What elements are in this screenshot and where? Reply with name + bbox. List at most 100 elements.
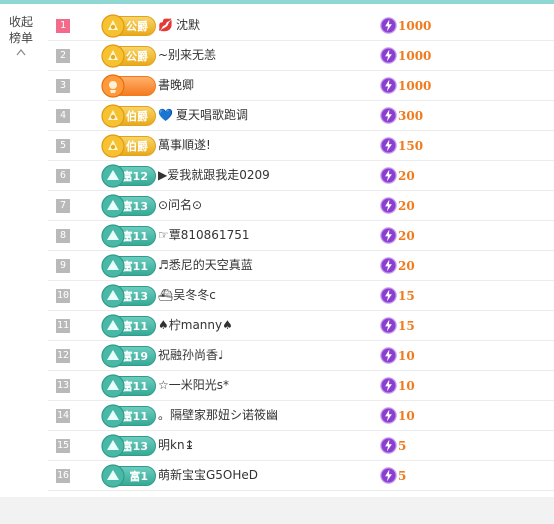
noble-rank-icon [101,44,125,68]
contribution-score: 10 [380,377,415,395]
user-name-link[interactable]: 祝融孙尚香♩ [158,341,224,370]
lightning-icon [380,227,397,244]
rank-number: 16 [56,469,70,483]
user-name-text: ☆一米阳光s* [158,378,230,392]
user-name-link[interactable]: 💙 夏天唱歌跑调 [158,101,248,130]
contribution-score: 5 [380,467,406,485]
contribution-score-value: 300 [398,109,424,123]
contribution-score-value: 20 [398,259,415,273]
contribution-score: 20 [380,167,415,185]
contribution-score: 1000 [380,17,431,35]
lightning-icon [380,467,397,484]
user-name-link[interactable]: 明kn↨ [158,431,195,460]
level-badge: 富11 [101,254,156,278]
lightning-icon [380,47,397,64]
noble-rank-icon [101,104,125,128]
level-badge-label: 富13 [121,440,148,453]
leaderboard-row: 10 富13 ⛴吴冬冬c 15 [48,281,554,311]
user-name-link[interactable]: 萬事順遂! [158,131,211,160]
level-badge: 富19 [101,344,156,368]
user-name-text: 書晚卿 [158,78,195,92]
noble-rank-icon [101,14,125,38]
rank-number: 4 [56,109,70,123]
level-badge-label: 富11 [121,320,148,333]
contribution-score-value: 1000 [398,49,432,63]
contribution-score: 1000 [380,77,431,95]
user-name-link[interactable]: ⊙问名⊙ [158,191,202,220]
user-name-link[interactable]: 。隔壁家那妞シ诺筱幽 [158,401,278,430]
wealth-level-icon [101,404,125,428]
rank-number: 11 [56,319,70,333]
level-badge: 富13 [101,284,156,308]
level-badge-label: 富13 [121,200,148,213]
contribution-score: 15 [380,287,415,305]
wealth-level-icon [101,164,125,188]
lightning-icon [380,347,397,364]
rank-number: 10 [56,289,70,303]
user-name-text: ▶爱我就跟我走0209 [158,168,270,182]
level-badge-label: 公爵 [126,50,148,63]
level-badge: 富13 [101,194,156,218]
contribution-score: 150 [380,137,423,155]
level-badge-label: 富11 [121,230,148,243]
level-badge-label: 富19 [121,350,148,363]
contribution-score: 300 [380,107,423,125]
contribution-score: 20 [380,227,415,245]
lightning-icon [380,107,397,124]
contribution-score: 15 [380,317,415,335]
contribution-score: 1000 [380,47,431,65]
wealth-level-icon [101,284,125,308]
chevron-up-icon [16,49,26,56]
wealth-level-icon [101,374,125,398]
level-badge: 富11 [101,404,156,428]
level-badge-label: 富13 [121,290,148,303]
user-name-link[interactable]: ♬悉尼的天空真蓝 [158,251,253,280]
leaderboard-row: 2 公爵 ~别来无恙 1000 [48,41,554,71]
user-name-link[interactable]: ♠柠manny♠ [158,311,233,340]
contribution-score-value: 15 [398,289,415,303]
user-name-link[interactable]: ▶爱我就跟我走0209 [158,161,270,190]
leaderboard-row: 3 書晚卿 1000 [48,71,554,101]
lightning-icon [380,407,397,424]
user-name-link[interactable]: ☆一米阳光s* [158,371,229,400]
level-badge [101,74,156,98]
rank-number: 3 [56,79,70,93]
level-badge: 伯爵 [101,134,156,158]
user-name-link[interactable]: 書晚卿 [158,71,194,100]
user-name-link[interactable]: 萌新宝宝G5OHeD [158,461,258,490]
user-name-text: ⊙问名⊙ [158,198,203,212]
lightning-icon [380,197,397,214]
rank-number: 14 [56,409,70,423]
level-badge-label: 富12 [121,170,148,183]
rank-number: 12 [56,349,70,363]
user-name-link[interactable]: ~别来无恙 [158,41,216,70]
user-name-text: 萌新宝宝G5OHeD [158,468,259,482]
leaderboard-row: 15 富13 明kn↨ 5 [48,431,554,461]
user-name-text: 沈默 [175,18,200,32]
contribution-score-value: 150 [398,139,424,153]
contribution-score: 10 [380,407,415,425]
user-name-link[interactable]: 💋 沈默 [158,11,200,40]
collapse-leaderboard-button[interactable]: 收起榜单 [8,14,34,56]
level-badge: 富11 [101,314,156,338]
contribution-score-value: 10 [398,409,415,423]
leaderboard-list: 1 公爵 💋 沈默 1000 2 公爵 ~别来无恙 1000 3 書晚卿 1000 4 伯爵 💙 夏天唱歌跑调… [48,11,554,491]
user-name-text: ☞覃810861751 [158,228,250,242]
lightning-icon [380,257,397,274]
lightning-icon [380,167,397,184]
level-badge: 伯爵 [101,104,156,128]
rank-number: 13 [56,379,70,393]
user-name-text: 夏天唱歌跑调 [175,108,248,122]
wealth-level-icon [101,344,125,368]
user-name-text: 。隔壁家那妞シ诺筱幽 [158,408,279,422]
level-badge-label: 公爵 [126,20,148,33]
wealth-level-icon [101,464,125,488]
user-name-link[interactable]: ☞覃810861751 [158,221,249,250]
heart-icon: 💙 [158,108,173,122]
user-name-link[interactable]: ⛴吴冬冬c [158,281,216,310]
collapse-label: 收起榜单 [8,15,33,45]
lightning-icon [380,437,397,454]
lightning-icon [380,17,397,34]
lightning-icon [380,377,397,394]
level-badge-label: 富11 [121,410,148,423]
